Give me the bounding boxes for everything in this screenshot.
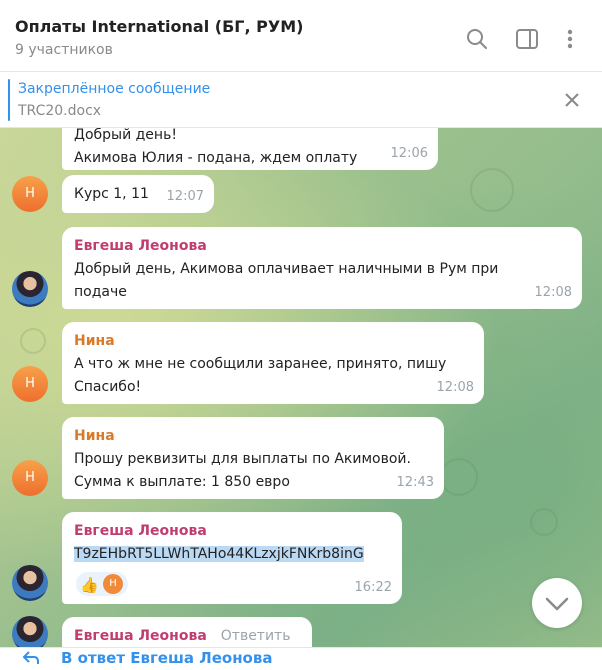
message-sender[interactable]: Евгеша Леонова [74,520,390,543]
avatar[interactable] [12,271,48,307]
chevron-down-icon [545,597,569,611]
pinned-label: Закреплённое сообщение [18,81,211,97]
message-sender[interactable]: Нина [74,425,432,448]
message-time: 12:07 [166,189,204,204]
message-text-line: подаче [74,284,127,300]
avatar[interactable] [12,616,48,647]
message-bubble[interactable]: Евгеша Леонова Добрый день, Акимова опла… [62,227,582,309]
message-bubble[interactable]: Нина Прошу реквизиты для выплаты по Аким… [62,417,444,499]
background-pattern [440,458,478,496]
message-text-line: А что ж мне не сообщили заранее, принято… [74,356,447,372]
message-time: 16:22 [354,580,392,595]
message-time: 12:08 [436,380,474,395]
reply-to-label: В ответ Евгеша Леонова [61,649,273,667]
reaction-badge[interactable]: 👍 Н [76,572,128,596]
message-text-line: Сумма к выплате: 1 850 евро [74,474,290,490]
message-bubble[interactable]: Курс 1, 11 12:07 [62,175,214,213]
reaction-avatar: Н [103,574,123,594]
chat-messages-area[interactable]: Добрый день! Акимова Юлия - подана, ждем… [0,128,602,647]
chat-title[interactable]: Оплаты International (БГ, РУМ) [15,17,303,36]
reply-preview-bar[interactable]: В ответ Евгеша Леонова [0,647,602,669]
participants-count[interactable]: 9 участников [15,42,113,58]
thumbs-up-icon: 👍 [80,576,99,594]
message-time: 12:06 [390,146,428,161]
search-icon[interactable] [465,27,489,51]
sidebar-toggle-icon[interactable] [515,27,539,51]
wallet-address-text[interactable]: T9zEHbRT5LLWhTAHo44KLzxjkFNKrb8inG [74,546,364,562]
message-sender[interactable]: Нина [74,330,472,353]
pinned-file-name: TRC20.docx [18,103,102,119]
message-text-line: Акимова Юлия - подана, ждем оплату [74,150,358,166]
more-options-icon[interactable] [558,27,582,51]
scroll-down-button[interactable] [532,578,582,628]
reply-action[interactable]: Ответить [221,628,291,644]
pinned-message-bar[interactable]: Закреплённое сообщение TRC20.docx [0,72,602,128]
pinned-indicator [8,79,10,121]
background-pattern [470,168,514,212]
avatar[interactable]: Н [12,176,48,212]
message-bubble[interactable]: Евгеша Леонова T9zEHbRT5LLWhTAHo44KLzxjk… [62,512,402,604]
message-text-line: Спасибо! [74,379,142,395]
message-sender[interactable]: Евгеша Леонова [74,628,207,644]
message-time: 12:08 [534,285,572,300]
message-bubble[interactable]: Евгеша Леонова Ответить [62,617,312,647]
avatar[interactable] [12,565,48,601]
chat-header: Оплаты International (БГ, РУМ) 9 участни… [0,0,602,72]
close-icon[interactable] [564,92,580,108]
background-pattern [530,508,558,536]
message-sender[interactable]: Евгеша Леонова [74,235,570,258]
avatar[interactable]: Н [12,366,48,402]
message-time: 12:43 [396,475,434,490]
message-text-line: Добрый день, Акимова оплачивает наличным… [74,261,499,277]
message-text-line: Прошу реквизиты для выплаты по Акимовой. [74,451,411,467]
message-bubble[interactable]: Нина А что ж мне не сообщили заранее, пр… [62,322,484,404]
message-text-line: Добрый день! [74,128,177,143]
avatar[interactable]: Н [12,460,48,496]
message-bubble[interactable]: Добрый день! Акимова Юлия - подана, ждем… [62,128,438,170]
reply-arrow-icon [22,650,40,670]
background-pattern [20,328,46,354]
